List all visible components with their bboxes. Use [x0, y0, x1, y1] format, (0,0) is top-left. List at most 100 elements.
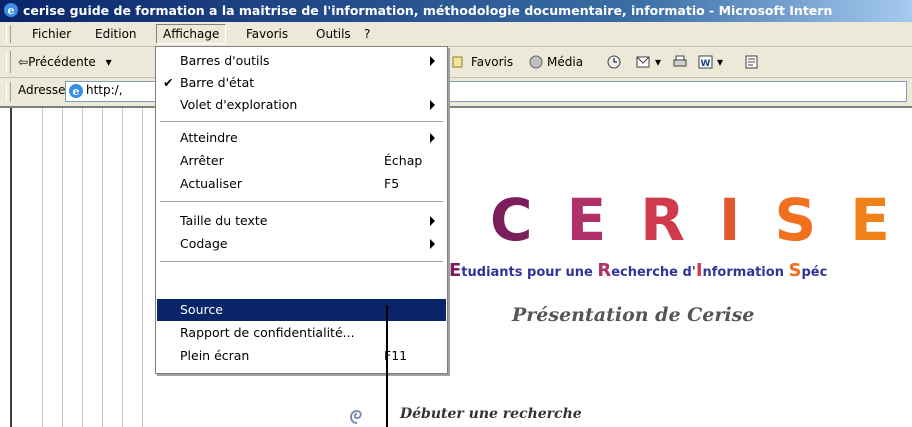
cerise-logo: CERISE — [490, 186, 912, 254]
back-dropdown-icon[interactable]: ▾ — [106, 55, 112, 69]
logo-letter: I — [718, 186, 775, 254]
menu-option-toolbars[interactable]: Barres d'outils — [157, 50, 446, 72]
favorites-icon — [452, 56, 463, 68]
menu-option-label: Rapport de confidentialité... — [180, 325, 355, 340]
menu-outils[interactable]: Outils — [310, 25, 357, 43]
tagline-initial: R — [597, 260, 612, 281]
print-icon — [673, 55, 687, 67]
decor-line — [42, 108, 43, 427]
menu-option-label: Barres d'outils — [180, 53, 270, 68]
tagline-initial: S — [788, 260, 802, 281]
menu-option-label: Taille du texte — [180, 213, 268, 228]
logo-letter: R — [640, 186, 719, 254]
presentation-link[interactable]: Présentation de Cerise — [512, 304, 754, 326]
menu-option-label: Actualiser — [180, 176, 242, 191]
menu-option-privacy-report[interactable]: Rapport de confidentialité... — [157, 322, 446, 344]
logo-letter: E — [850, 186, 912, 254]
view-menu-dropdown: Barres d'outils ✔ Barre d'état Volet d'e… — [155, 46, 448, 374]
menu-separator — [160, 261, 443, 263]
favorites-label: Favoris — [471, 55, 514, 69]
history-icon — [607, 55, 621, 69]
favorites-button[interactable]: Favoris — [452, 53, 513, 71]
svg-text:e: e — [73, 85, 80, 98]
menu-option-stop[interactable]: Arrêter Échap — [157, 150, 446, 172]
menu-option-label: Barre d'état — [180, 75, 255, 90]
menu-option-explorer-bar[interactable]: Volet d'exploration — [157, 94, 446, 116]
menu-option-label: Atteindre — [180, 130, 238, 145]
tagline-text: péc — [801, 265, 828, 280]
mail-icon — [636, 56, 650, 68]
menu-option-source[interactable]: Source — [157, 299, 446, 321]
menu-help[interactable]: ? — [358, 25, 376, 43]
menu-option-encoding[interactable]: Codage — [157, 233, 446, 255]
word-edit-button[interactable]: W ▾ — [698, 53, 723, 71]
menu-option-label: Plein écran — [180, 348, 250, 363]
mail-button[interactable]: ▾ — [636, 53, 661, 71]
menu-favoris[interactable]: Favoris — [240, 25, 294, 43]
media-label: Média — [547, 55, 584, 69]
back-label: Précédente — [28, 55, 96, 69]
menu-option-text-size[interactable]: Taille du texte — [157, 210, 446, 232]
decor-line — [82, 108, 83, 427]
addressbar-grip[interactable] — [6, 82, 11, 102]
menu-shortcut: Échap — [384, 153, 423, 168]
menu-option-go-to[interactable]: Atteindre — [157, 127, 446, 149]
decor-line — [122, 108, 123, 427]
tagline-text: nformation — [702, 265, 789, 280]
toolbar-grip[interactable] — [6, 51, 11, 73]
menu-option-label: Codage — [180, 236, 228, 251]
menu-option-label: Source — [180, 302, 223, 317]
menu-option-full-screen[interactable]: Plein écran F11 — [157, 345, 446, 367]
submenu-arrow-icon — [430, 239, 435, 249]
address-bar: Adresse e http:/, — [0, 78, 912, 108]
menu-separator — [160, 121, 443, 123]
discuss-button[interactable] — [744, 53, 763, 71]
ie-logo-icon: e — [4, 3, 18, 17]
svg-text:W: W — [701, 59, 711, 69]
page-content: CERISE Etudiants pour une Recherche d'In… — [10, 108, 912, 427]
menu-fichier[interactable]: Fichier — [26, 25, 77, 43]
page-icon: e — [69, 84, 83, 98]
menubar-grip[interactable] — [6, 25, 11, 43]
back-button[interactable]: ⇦Précédente ▾ — [18, 53, 112, 71]
mouse-cursor — [386, 305, 388, 427]
svg-text:e: e — [8, 4, 15, 17]
menu-shortcut: F5 — [384, 176, 400, 191]
logo-letter: S — [774, 186, 851, 254]
submenu-arrow-icon — [430, 216, 435, 226]
decor-line — [102, 108, 103, 427]
address-label: Adresse — [18, 83, 66, 97]
menu-affichage[interactable]: Affichage — [156, 24, 227, 44]
media-icon — [529, 55, 543, 69]
menu-option-label: Volet d'exploration — [180, 97, 298, 112]
address-value: http:/, — [86, 83, 123, 97]
media-button[interactable]: Média — [528, 53, 583, 71]
tagline: Etudiants pour une Recherche d'Informati… — [449, 260, 827, 281]
toolbar: ⇦Précédente ▾ Favoris Média ▾ W ▾ — [0, 47, 912, 78]
print-button[interactable] — [672, 53, 691, 71]
word-dropdown-icon[interactable]: ▾ — [717, 55, 723, 69]
discuss-icon — [745, 55, 758, 69]
logo-letter: E — [566, 186, 641, 254]
menu-option-refresh[interactable]: Actualiser F5 — [157, 173, 446, 195]
tagline-initial: I — [695, 260, 703, 281]
menu-option-label: Arrêter — [180, 153, 224, 168]
submenu-arrow-icon — [430, 100, 435, 110]
title-bar: e cerise guide de formation a la maitrise… — [0, 0, 912, 22]
checkmark-icon: ✔ — [163, 75, 174, 90]
menu-option-status-bar[interactable]: ✔ Barre d'état — [157, 72, 446, 94]
word-icon: W — [698, 55, 713, 69]
menu-edition[interactable]: Edition — [89, 25, 143, 43]
back-arrow-icon: ⇦ — [18, 55, 29, 69]
window-title: cerise guide de formation a la maitrise … — [23, 3, 833, 18]
tagline-text: echerche d' — [611, 265, 696, 280]
history-button[interactable] — [606, 53, 625, 71]
logo-letter: C — [490, 186, 567, 254]
decor-line — [62, 108, 63, 427]
mail-dropdown-icon[interactable]: ▾ — [655, 55, 661, 69]
menu-bar: Fichier Edition Affichage Favoris Outils… — [0, 22, 912, 47]
start-search-link[interactable]: Débuter une recherche — [400, 406, 582, 422]
tagline-initial: E — [449, 260, 462, 281]
tagline-text: tudiants pour une — [461, 265, 598, 280]
submenu-arrow-icon — [430, 56, 435, 66]
